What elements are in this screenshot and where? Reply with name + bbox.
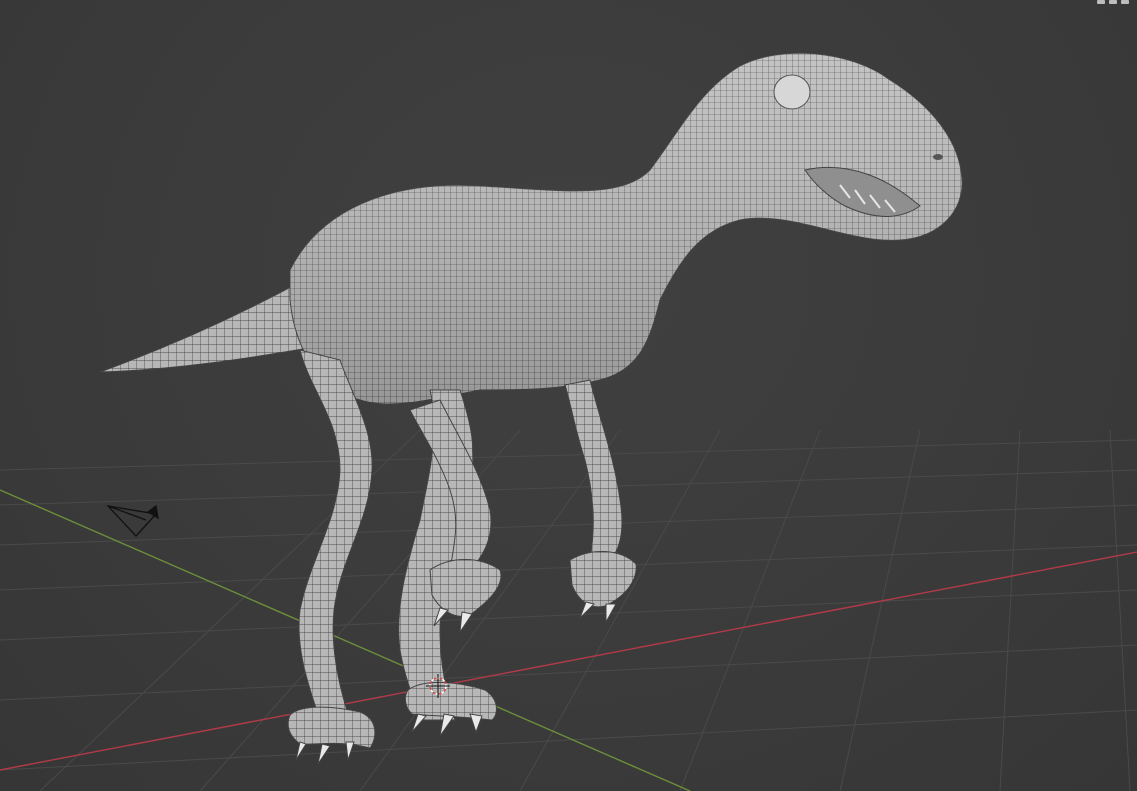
viewport-scene (0, 52, 1137, 791)
eye (773, 74, 811, 110)
camera-icon (106, 504, 159, 537)
3d-viewport[interactable] (0, 0, 1137, 791)
nostril (933, 154, 943, 160)
dinosaur-mesh (99, 52, 963, 765)
